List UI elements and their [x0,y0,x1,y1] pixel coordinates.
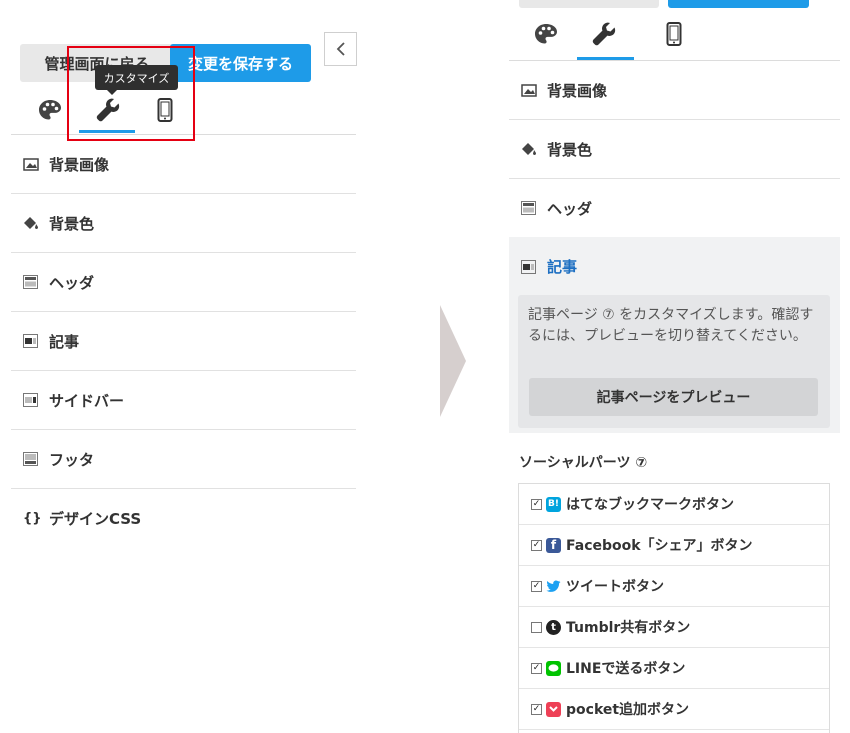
menu-item-label: デザインCSS [49,510,142,528]
paint-bucket-icon [23,216,39,230]
menu-item-article[interactable]: 記事 [11,312,356,371]
menu-item-label: 記事 [547,258,578,276]
right-panel: 背景画像 背景色 ヘッダ 記事 記事ページ ⑦ をカスタマイズします。確認するに… [509,0,840,733]
header-layout-icon [521,201,537,215]
menu-item-background-image[interactable]: 背景画像 [509,61,840,120]
image-icon [23,157,39,171]
hatena-icon: B! [546,496,561,512]
line-icon [546,660,561,676]
social-item-facebook[interactable]: ✓ f Facebook「シェア」ボタン [519,525,829,566]
checkbox[interactable]: ✓ [531,662,542,674]
menu-item-article[interactable]: 記事 [509,237,840,296]
social-parts-list: ✓ B! はてなブックマークボタン ✓ f Facebook「シェア」ボタン ✓… [518,483,830,733]
customize-menu: 背景画像 背景色 ヘッダ [509,61,840,238]
checkbox[interactable]: ✓ [531,703,542,715]
article-layout-icon [521,259,537,274]
menu-item-label: 背景画像 [49,155,110,174]
article-preview-button[interactable]: 記事ページをプレビュー [529,378,818,416]
article-settings-section: 記事 記事ページ ⑦ をカスタマイズします。確認するには、プレビューを切り替えて… [509,237,840,433]
social-item-line[interactable]: ✓ LINEで送るボタン [519,648,829,689]
menu-item-sidebar[interactable]: サイドバー [11,371,356,430]
tumblr-icon: t [546,619,561,635]
header-layout-icon [23,275,39,289]
pocket-icon [546,701,561,717]
social-item-label: pocket追加ボタン [566,702,690,718]
paint-bucket-icon [521,142,537,156]
save-changes-button[interactable] [668,0,809,8]
social-item-label: はてなブックマークボタン [566,497,734,513]
customize-menu: 背景画像 背景色 ヘッダ 記事 サイドバー フッタ {} デザインCSS [11,135,356,548]
smartphone-icon [666,22,682,46]
article-description: 記事ページ ⑦ をカスタマイズします。確認するには、プレビューを切り替えてくださ… [528,307,814,344]
palette-icon [535,24,557,44]
image-icon [521,83,537,97]
left-panel: 管理画面に戻る 変更を保存する カスタマイズ 背景画像 背景色 ヘッダ 記事 サ… [0,0,357,728]
menu-item-header[interactable]: ヘッダ [509,179,840,238]
menu-item-label: 背景画像 [547,81,608,100]
menu-item-label: 記事 [49,332,80,351]
menu-item-label: 背景色 [49,214,95,233]
wrench-icon [592,22,616,46]
code-braces-icon: {} [23,511,42,526]
checkbox[interactable] [531,621,542,633]
back-to-admin-button[interactable] [519,0,659,8]
social-item-label: LINEで送るボタン [566,661,686,677]
social-item-hatena[interactable]: ✓ B! はてなブックマークボタン [519,484,829,525]
chevron-left-icon [336,42,345,56]
collapse-panel-button[interactable] [324,32,357,66]
menu-item-background-color[interactable]: 背景色 [509,120,840,179]
checkbox[interactable]: ✓ [531,539,542,551]
tab-design[interactable] [521,16,571,52]
menu-item-label: 背景色 [547,140,593,159]
highlight-box [67,46,195,141]
tab-customize[interactable] [579,16,629,52]
twitter-icon [546,579,561,594]
social-item-label: Tumblr共有ボタン [566,620,691,636]
menu-item-label: サイドバー [49,391,125,410]
menu-item-background-image[interactable]: 背景画像 [11,135,356,194]
menu-item-label: フッタ [49,450,95,469]
article-description-box: 記事ページ ⑦ をカスタマイズします。確認するには、プレビューを切り替えてくださ… [518,295,830,428]
tab-smartphone[interactable] [649,16,699,52]
social-parts-title: ソーシャルパーツ ⑦ [519,455,648,471]
social-item-label: Facebook「シェア」ボタン [566,538,753,554]
menu-item-design-css[interactable]: {} デザインCSS [11,489,356,548]
social-item-twitter[interactable]: ✓ ツイートボタン [519,566,829,607]
menu-item-header[interactable]: ヘッダ [11,253,356,312]
footer-layout-icon [23,452,39,466]
menu-item-footer[interactable]: フッタ [11,430,356,489]
palette-icon [39,100,61,120]
sidebar-layout-icon [23,393,39,407]
social-item-pocket[interactable]: ✓ pocket追加ボタン [519,689,829,730]
tab-bar [521,16,691,56]
social-item-label: ツイートボタン [566,579,664,595]
menu-item-label: ヘッダ [547,199,593,218]
menu-item-background-color[interactable]: 背景色 [11,194,356,253]
facebook-icon: f [546,537,561,553]
menu-item-label: ヘッダ [49,273,95,292]
checkbox[interactable]: ✓ [531,580,542,592]
article-layout-icon [23,334,39,348]
checkbox[interactable]: ✓ [531,498,542,510]
transition-arrow [440,305,466,417]
social-item-tumblr[interactable]: t Tumblr共有ボタン [519,607,829,648]
